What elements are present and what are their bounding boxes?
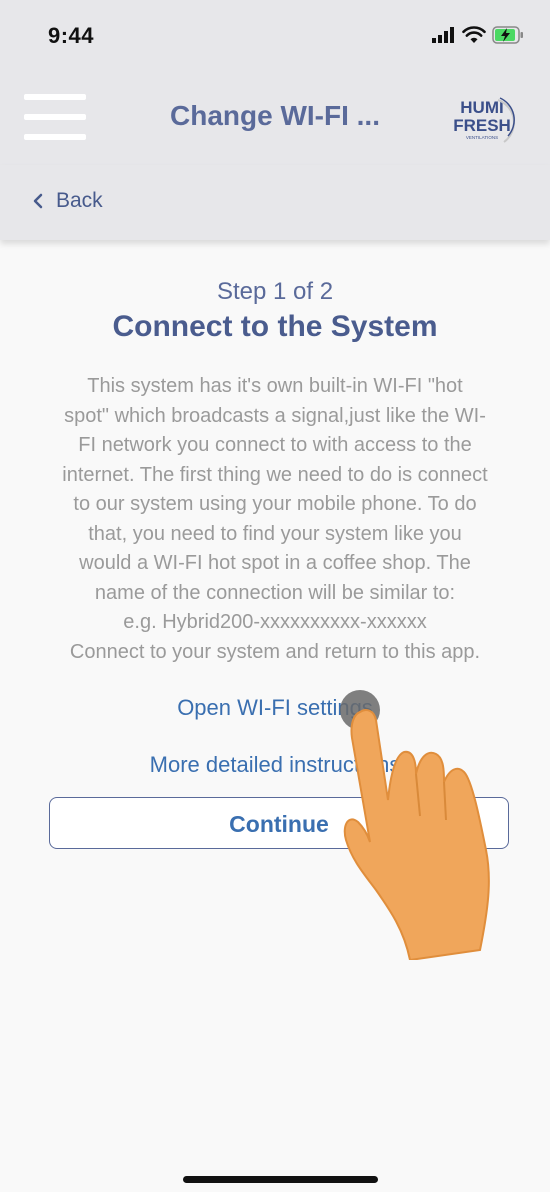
battery-charging-icon <box>492 26 523 44</box>
nav-bar: Change WI-FI ... HUMI FRESH VENTILATIONS <box>0 70 550 165</box>
status-bar: 9:44 <box>0 0 550 70</box>
back-bar: Back <box>0 165 550 240</box>
instruction-line: spot" which broadcasts a signal,just lik… <box>64 404 486 427</box>
menu-icon[interactable] <box>24 94 86 140</box>
instructions-text: This system has it's own built-in WI-FI … <box>14 372 536 667</box>
wifi-icon <box>462 26 486 43</box>
status-time: 9:44 <box>48 23 95 48</box>
screen: 9:44 Change WI-FI ... HUMI FRESH VENTILA… <box>0 0 550 1192</box>
back-label: Back <box>56 189 103 212</box>
back-button[interactable]: Back <box>32 189 103 213</box>
humifresh-logo: HUMI FRESH VENTILATIONS <box>453 97 515 143</box>
signal-icon <box>432 27 454 43</box>
instruction-line: name of the connection will be similar t… <box>94 581 456 604</box>
instruction-line: internet. The first thing we need to do … <box>62 463 488 486</box>
instruction-line: that, you need to find your system like … <box>88 522 462 545</box>
instruction-line: FI network you connect to with access to… <box>78 434 472 456</box>
page-title: Connect to the System <box>112 310 438 343</box>
page-header-title: Change WI-FI ... <box>170 100 380 131</box>
instruction-line: Connect to your system and return to thi… <box>69 640 481 663</box>
chevron-left-icon <box>33 193 43 209</box>
instruction-line: This system has it's own built-in WI-FI … <box>87 375 463 397</box>
logo-line1: HUMI <box>460 98 503 117</box>
tap-hand-icon <box>340 690 490 960</box>
instruction-line: would a WI-FI hot spot in a coffee shop.… <box>79 552 471 574</box>
status-icons <box>432 26 524 44</box>
instruction-line: e.g. Hybrid200-xxxxxxxxxx-xxxxxx <box>123 611 427 633</box>
step-label: Step 1 of 2 <box>216 278 334 305</box>
logo-line2: FRESH <box>453 116 511 135</box>
logo-tagline: VENTILATIONS <box>466 135 498 140</box>
home-indicator[interactable] <box>183 1176 378 1183</box>
instruction-line: to our system using your mobile phone. T… <box>73 493 477 515</box>
